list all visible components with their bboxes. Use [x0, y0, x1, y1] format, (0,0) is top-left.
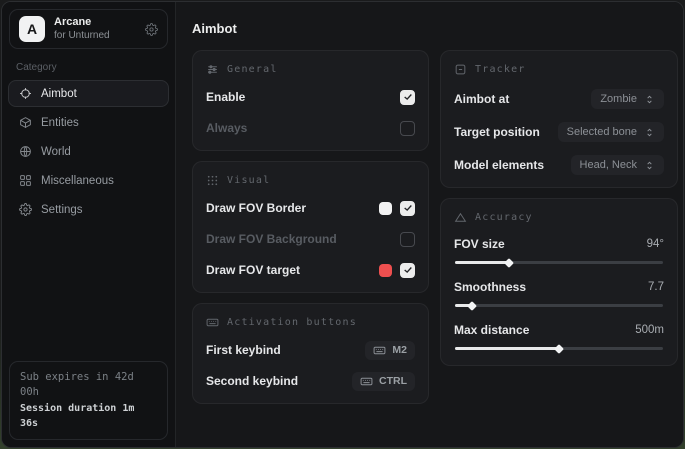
sidebar-item-label: Aimbot	[41, 88, 77, 100]
max-distance-group: Max distance 500m	[454, 323, 664, 353]
setting-row-enable: Enable	[206, 87, 415, 107]
accuracy-card: Accuracy FOV size 94°	[440, 198, 678, 366]
setting-row-fov-target: Draw FOV target	[206, 260, 415, 280]
always-checkbox[interactable]	[400, 121, 415, 136]
fov-target-checkbox[interactable]	[400, 263, 415, 278]
setting-row-second-keybind: Second keybind CTRL	[206, 371, 415, 391]
chevron-up-down-icon	[644, 94, 655, 105]
max-distance-slider[interactable]	[455, 347, 663, 350]
fov-target-color-swatch[interactable]	[379, 264, 392, 277]
sidebar-item-miscellaneous[interactable]: Miscellaneous	[8, 167, 169, 194]
main-panel: Aimbot General Enable Always	[176, 2, 683, 447]
sliders-icon	[206, 63, 219, 76]
sub-expires-text: Sub expires in 42d 00h	[20, 370, 157, 402]
settings-gear-icon	[19, 203, 32, 216]
fov-size-slider[interactable]	[455, 261, 663, 264]
section-title: Accuracy	[475, 212, 533, 223]
entities-icon	[19, 116, 32, 129]
keyboard-icon	[373, 344, 386, 357]
smoothness-value: 7.7	[648, 281, 664, 293]
setting-row-model-elements: Model elements Head, Neck	[454, 155, 664, 175]
app-name: Arcane	[54, 16, 110, 30]
setting-row-aimbot-at: Aimbot at Zombie	[454, 89, 664, 109]
keybind-value: M2	[392, 344, 407, 356]
grid-icon	[19, 174, 32, 187]
app-subtitle: for Unturned	[54, 30, 110, 43]
triangle-icon	[454, 211, 467, 224]
activation-card: Activation buttons First keybind M2 Seco…	[192, 303, 429, 404]
sidebar-item-entities[interactable]: Entities	[8, 109, 169, 136]
fov-border-checkbox[interactable]	[400, 201, 415, 216]
smoothness-group: Smoothness 7.7	[454, 280, 664, 310]
model-elements-dropdown[interactable]: Head, Neck	[571, 155, 664, 175]
sidebar-nav: Aimbot Entities World Miscellaneous Sett…	[2, 80, 175, 223]
app-logo: A	[19, 16, 45, 42]
sidebar-item-label: World	[41, 146, 71, 158]
sidebar-item-label: Miscellaneous	[41, 175, 114, 187]
chevron-up-down-icon	[644, 127, 655, 138]
dots-grid-icon	[206, 174, 219, 187]
target-position-dropdown[interactable]: Selected bone	[558, 122, 664, 142]
sidebar-item-settings[interactable]: Settings	[8, 196, 169, 223]
crosshair-icon	[19, 87, 32, 100]
smoothness-slider[interactable]	[455, 304, 663, 307]
keyboard-icon	[206, 316, 219, 329]
session-duration-text: Session duration 1m 36s	[20, 401, 157, 431]
sidebar-item-world[interactable]: World	[8, 138, 169, 165]
fov-background-checkbox[interactable]	[400, 232, 415, 247]
dropdown-value: Head, Neck	[580, 159, 637, 171]
app-window: A Arcane for Unturned Category Aimbot En…	[1, 1, 684, 448]
aimbot-at-dropdown[interactable]: Zombie	[591, 89, 664, 109]
keyboard-icon	[360, 375, 373, 388]
sidebar-item-label: Entities	[41, 117, 79, 129]
fov-size-group: FOV size 94°	[454, 237, 664, 267]
setting-row-always: Always	[206, 118, 415, 138]
fov-border-color-swatch[interactable]	[379, 202, 392, 215]
keybind-value: CTRL	[379, 375, 407, 387]
dropdown-value: Selected bone	[567, 126, 637, 138]
general-card: General Enable Always	[192, 50, 429, 151]
tracker-card: Tracker Aimbot at Zombie Target position…	[440, 50, 678, 188]
sidebar-item-aimbot[interactable]: Aimbot	[8, 80, 169, 107]
globe-icon	[19, 145, 32, 158]
section-title: Activation buttons	[227, 317, 357, 328]
visual-card: Visual Draw FOV Border Draw FOV Backgrou…	[192, 161, 429, 293]
first-keybind-button[interactable]: M2	[365, 341, 415, 360]
sidebar-item-label: Settings	[41, 204, 83, 216]
logo-letter: A	[27, 21, 37, 37]
setting-row-first-keybind: First keybind M2	[206, 340, 415, 360]
section-title: Visual	[227, 175, 270, 186]
fov-size-value: 94°	[647, 238, 664, 250]
scan-box-icon	[454, 63, 467, 76]
category-label: Category	[16, 62, 175, 73]
second-keybind-button[interactable]: CTRL	[352, 372, 415, 391]
setting-row-fov-background: Draw FOV Background	[206, 229, 415, 249]
dropdown-value: Zombie	[600, 93, 637, 105]
section-title: General	[227, 64, 278, 75]
app-header: A Arcane for Unturned	[9, 9, 168, 49]
chevron-up-down-icon	[644, 160, 655, 171]
setting-row-target-position: Target position Selected bone	[454, 122, 664, 142]
slider-thumb[interactable]	[554, 344, 564, 354]
max-distance-value: 500m	[635, 324, 664, 336]
subscription-info: Sub expires in 42d 00h Session duration …	[9, 361, 168, 441]
enable-checkbox[interactable]	[400, 90, 415, 105]
slider-thumb[interactable]	[467, 301, 477, 311]
setting-row-fov-border: Draw FOV Border	[206, 198, 415, 218]
section-title: Tracker	[475, 64, 526, 75]
gear-icon[interactable]	[145, 23, 158, 36]
page-title: Aimbot	[192, 21, 670, 36]
sidebar: A Arcane for Unturned Category Aimbot En…	[2, 2, 176, 447]
slider-thumb[interactable]	[504, 258, 514, 268]
